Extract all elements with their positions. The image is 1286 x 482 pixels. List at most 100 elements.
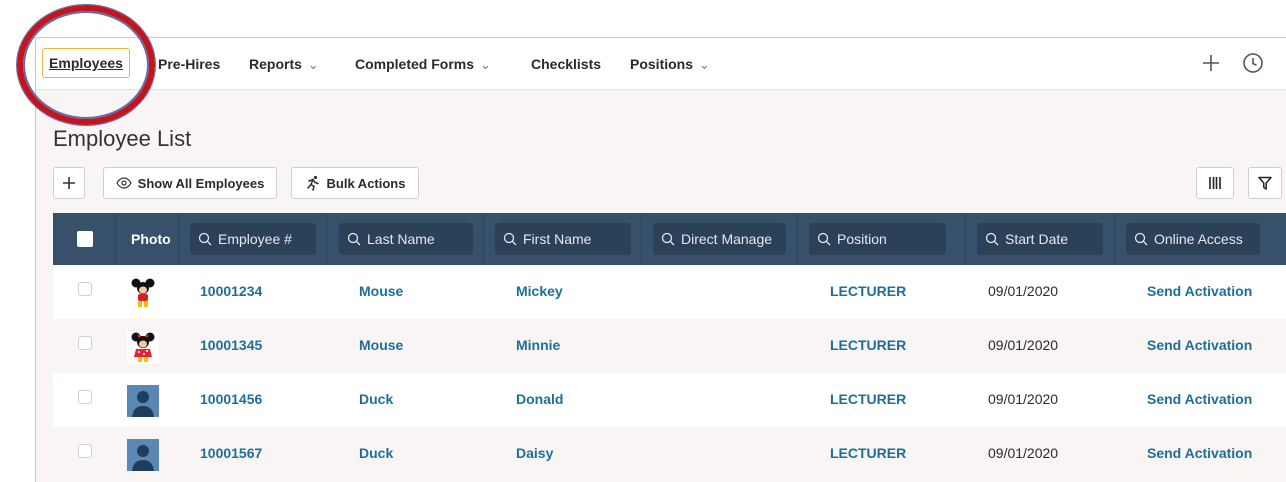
employee-number-link[interactable]: 10001345 bbox=[200, 337, 262, 353]
clock-icon[interactable] bbox=[1241, 51, 1265, 80]
position-link[interactable]: LECTURER bbox=[830, 391, 906, 407]
last-name-link[interactable]: Duck bbox=[359, 391, 393, 407]
select-all-cell bbox=[53, 213, 116, 265]
search-start-date-input[interactable]: Start Date bbox=[977, 223, 1103, 255]
first-name-link[interactable]: Mickey bbox=[516, 283, 563, 299]
search-placeholder: Online Access bbox=[1154, 231, 1243, 247]
last-name-link[interactable]: Mouse bbox=[359, 337, 403, 353]
search-placeholder: Direct Manage bbox=[681, 231, 773, 247]
employee-number-link[interactable]: 10001234 bbox=[200, 283, 262, 299]
start-date-cell: 09/01/2020 bbox=[988, 445, 1059, 461]
search-last-name-input[interactable]: Last Name bbox=[339, 223, 473, 255]
header-cell-start-date: Start Date bbox=[966, 213, 1115, 265]
nav-tab-completed-forms[interactable]: Completed Forms ⌄ bbox=[355, 56, 491, 73]
send-activation-link[interactable]: Send Activation bbox=[1147, 337, 1252, 353]
header-cell-position: Position bbox=[798, 213, 966, 265]
search-icon bbox=[1134, 232, 1148, 246]
add-employee-button[interactable] bbox=[53, 167, 85, 199]
minnie-photo bbox=[127, 331, 159, 363]
filter-button[interactable] bbox=[1248, 167, 1282, 199]
header-cell-online-access: Online Access bbox=[1115, 213, 1286, 265]
search-icon bbox=[198, 232, 212, 246]
nav-tab-employees[interactable]: Employees bbox=[42, 48, 130, 78]
search-placeholder: First Name bbox=[523, 231, 592, 247]
row-checkbox[interactable] bbox=[78, 390, 92, 404]
filter-icon bbox=[1258, 176, 1272, 190]
chevron-down-icon: ⌄ bbox=[480, 57, 491, 72]
nav-tab-label: Reports bbox=[249, 56, 302, 72]
search-direct-manager-input[interactable]: Direct Manage bbox=[653, 223, 786, 255]
header-cell-last-name: Last Name bbox=[327, 213, 484, 265]
position-link[interactable]: LECTURER bbox=[830, 445, 906, 461]
running-person-icon bbox=[306, 175, 319, 191]
search-first-name-input[interactable]: First Name bbox=[495, 223, 631, 255]
header-cell-direct-manager: Direct Manage bbox=[642, 213, 798, 265]
table-row[interactable]: 10001345 Mouse Minnie LECTURER 09/01/202… bbox=[53, 319, 1286, 373]
search-icon bbox=[503, 232, 517, 246]
show-all-employees-label: Show All Employees bbox=[137, 175, 265, 191]
nav-tab-reports[interactable]: Reports ⌄ bbox=[249, 56, 319, 73]
photo-header: Photo bbox=[116, 213, 179, 265]
page-title: Employee List bbox=[53, 126, 192, 151]
table-row[interactable]: 10001234 Mouse Mickey LECTURER 09/01/202… bbox=[53, 265, 1286, 319]
search-placeholder: Employee # bbox=[218, 231, 292, 247]
columns-icon bbox=[1209, 177, 1221, 189]
position-link[interactable]: LECTURER bbox=[830, 337, 906, 353]
position-link[interactable]: LECTURER bbox=[830, 283, 906, 299]
chevron-down-icon: ⌄ bbox=[307, 57, 319, 72]
search-icon bbox=[661, 232, 675, 246]
row-checkbox[interactable] bbox=[78, 282, 92, 296]
last-name-link[interactable]: Mouse bbox=[359, 283, 403, 299]
show-all-employees-button[interactable]: Show All Employees bbox=[103, 167, 277, 199]
mickey-photo bbox=[127, 277, 159, 309]
send-activation-link[interactable]: Send Activation bbox=[1147, 391, 1252, 407]
bulk-actions-button[interactable]: Bulk Actions bbox=[291, 167, 419, 199]
search-employee-no-input[interactable]: Employee # bbox=[190, 223, 316, 255]
search-icon bbox=[985, 232, 999, 246]
start-date-cell: 09/01/2020 bbox=[988, 337, 1059, 353]
photo-header-label: Photo bbox=[131, 231, 171, 247]
search-icon bbox=[347, 232, 361, 246]
nav-tab-label: Pre-Hires bbox=[158, 56, 221, 72]
default-avatar bbox=[127, 439, 159, 471]
search-position-input[interactable]: Position bbox=[809, 223, 946, 255]
nav-tab-label: Checklists bbox=[531, 56, 602, 72]
employee-number-link[interactable]: 10001567 bbox=[200, 445, 262, 461]
bulk-actions-label: Bulk Actions bbox=[326, 175, 406, 191]
row-checkbox[interactable] bbox=[78, 444, 92, 458]
send-activation-link[interactable]: Send Activation bbox=[1147, 445, 1252, 461]
search-placeholder: Start Date bbox=[1005, 231, 1069, 247]
start-date-cell: 09/01/2020 bbox=[988, 391, 1059, 407]
top-nav: Employees Pre-Hires Reports ⌄ Completed F… bbox=[36, 38, 1286, 90]
plus-icon[interactable] bbox=[1199, 51, 1223, 80]
search-placeholder: Position bbox=[837, 231, 887, 247]
first-name-link[interactable]: Donald bbox=[516, 391, 563, 407]
table-row[interactable]: 10001567 Duck Daisy LECTURER 09/01/2020 … bbox=[53, 427, 1286, 481]
header-cell-first-name: First Name bbox=[484, 213, 642, 265]
first-name-link[interactable]: Minnie bbox=[516, 337, 560, 353]
select-all-checkbox[interactable] bbox=[77, 231, 93, 247]
first-name-link[interactable]: Daisy bbox=[516, 445, 553, 461]
nav-tab-label: Positions bbox=[630, 56, 694, 72]
column-chooser-button[interactable] bbox=[1196, 167, 1234, 199]
employee-table: Photo Employee # Last Name First Name Di… bbox=[53, 213, 1286, 482]
plus-icon bbox=[63, 177, 75, 189]
table-row[interactable]: 10001456 Duck Donald LECTURER 09/01/2020… bbox=[53, 373, 1286, 427]
nav-tab-checklists[interactable]: Checklists bbox=[531, 56, 601, 72]
last-name-link[interactable]: Duck bbox=[359, 445, 393, 461]
send-activation-link[interactable]: Send Activation bbox=[1147, 283, 1252, 299]
main-content: Employee List Show All Employees Bulk Ac… bbox=[36, 90, 1286, 482]
nav-tab-positions[interactable]: Positions ⌄ bbox=[630, 56, 710, 73]
nav-tab-pre-hires[interactable]: Pre-Hires bbox=[158, 56, 220, 72]
row-checkbox[interactable] bbox=[78, 336, 92, 350]
start-date-cell: 09/01/2020 bbox=[988, 283, 1059, 299]
default-avatar bbox=[127, 385, 159, 417]
app-frame: Employees Pre-Hires Reports ⌄ Completed F… bbox=[35, 37, 1286, 482]
header-cell-employee-no: Employee # bbox=[179, 213, 327, 265]
search-online-access-input[interactable]: Online Access bbox=[1126, 223, 1260, 255]
eye-icon bbox=[115, 177, 132, 189]
chevron-down-icon: ⌄ bbox=[699, 57, 710, 72]
search-placeholder: Last Name bbox=[367, 231, 435, 247]
table-header: Photo Employee # Last Name First Name Di… bbox=[53, 213, 1286, 265]
employee-number-link[interactable]: 10001456 bbox=[200, 391, 262, 407]
